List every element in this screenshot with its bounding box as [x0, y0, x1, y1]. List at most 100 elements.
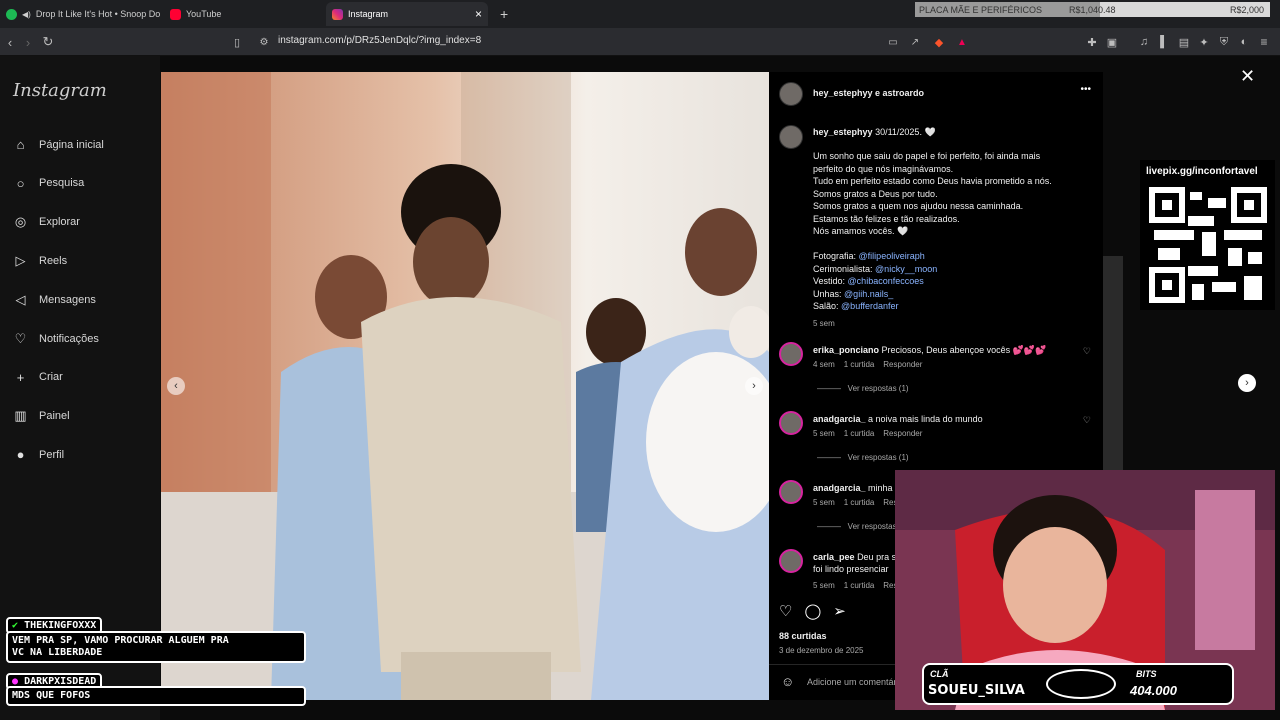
comment-user[interactable]: anadgarcia_ [813, 483, 866, 493]
avatar[interactable] [779, 342, 803, 366]
emoji-icon[interactable]: ☺ [781, 674, 794, 689]
next-image-button[interactable]: › [745, 377, 763, 395]
sidebar-item-label: Explorar [39, 216, 80, 229]
view-replies[interactable]: ——— Ver respostas (1) [817, 384, 909, 393]
reply-button[interactable]: Responder [883, 360, 922, 369]
credit-handle[interactable]: @giih.nails_ [844, 289, 893, 299]
avatar[interactable] [779, 411, 803, 435]
sidebar-item-6[interactable]: + Criar [12, 369, 63, 386]
wedding-photo-illustration [161, 72, 769, 700]
comment-user[interactable]: carla_pee [813, 552, 855, 562]
view-replies[interactable]: ——— Ver respostas (1) [817, 453, 909, 462]
install-app-icon[interactable]: ▭ [885, 34, 901, 50]
sidebar-item-7[interactable]: ▥ Painel [12, 408, 69, 425]
reply-button[interactable]: Responder [883, 429, 922, 438]
brave-shields-icon[interactable]: ◆ [931, 34, 947, 50]
vpn-icon[interactable]: ⛨ [1216, 34, 1232, 50]
livepix-qr-overlay: livepix.gg/inconfortavel [1140, 160, 1275, 310]
comment-like-icon[interactable]: ♡ [1083, 346, 1091, 357]
tab-label: Instagram [348, 9, 389, 19]
address-bar: ‹ › ↻ ▯ ⚙ instagram.com/p/DRz5JenDqlc/?i… [0, 28, 1280, 56]
qr-code-icon [1148, 186, 1268, 304]
sidebar-icon[interactable]: ▌ [1156, 34, 1172, 50]
sidebar-item-4[interactable]: ◁ Mensagens [12, 291, 96, 308]
comment-icon[interactable]: ◯ [804, 602, 821, 620]
comment-user[interactable]: anadgarcia_ [813, 414, 866, 424]
more-options-icon[interactable]: ••• [1080, 84, 1091, 95]
comment-age: 5 sem [813, 581, 835, 590]
comment-like-icon[interactable]: ♡ [1083, 415, 1091, 426]
comment-body: Preciosos, Deus abençoe vocês 💕💕💕 [881, 345, 1047, 355]
credit-handle[interactable]: @chibaconfeccoes [848, 276, 924, 286]
avatar[interactable] [779, 125, 803, 149]
sidebar-item-2[interactable]: ◎ Explorar [12, 214, 80, 231]
prev-image-button[interactable]: ‹ [167, 377, 185, 395]
caption-line: Estamos tão felizes e tão realizados. [813, 213, 960, 224]
comment-likes[interactable]: 1 curtida [844, 581, 875, 590]
media-icon[interactable]: ♫ [1136, 34, 1152, 50]
forward-icon[interactable]: › [20, 34, 36, 50]
bookmark-icon[interactable]: ▯ [229, 34, 245, 50]
browser-tab-bar: ◀) Drop It Like It's Hot • Snoop Dogg Yo… [0, 0, 1280, 28]
credit-line: Unhas: @giih.nails_ [813, 288, 1095, 301]
avatar[interactable] [779, 480, 803, 504]
site-settings-icon[interactable]: ⚙ [256, 34, 272, 50]
reels-icon: ▷ [15, 252, 26, 268]
caption-line: Nós amamos vocês. 🤍 [813, 226, 909, 236]
goal-label: PLACA MÃE E PERIFÉRICOS [919, 4, 1043, 15]
view-replies[interactable]: ——— Ver respostas ( [817, 522, 901, 531]
caption-text: Um sonho que saiu do papel e foi perfeit… [813, 150, 1095, 238]
wallet-icon[interactable]: ▤ [1176, 34, 1192, 50]
new-tab-button[interactable]: + [494, 2, 514, 26]
close-icon[interactable]: ✕ [1240, 66, 1255, 87]
sidebar-item-1[interactable]: ○ Pesquisa [12, 175, 85, 192]
comment-likes[interactable]: 1 curtida [844, 360, 875, 369]
badge-icon: ✔ [12, 620, 19, 631]
likes-count[interactable]: 88 curtidas [779, 630, 827, 643]
credit-handle[interactable]: @bufferdanfer [841, 301, 899, 311]
leo-icon[interactable]: ✦ [1196, 34, 1212, 50]
instagram-logo[interactable]: Instagram [13, 80, 107, 101]
post-photo[interactable]: ‹ › [161, 72, 769, 700]
comment-meta: 5 sem 1 curtida Responder [813, 429, 922, 438]
sidebar-item-3[interactable]: ▷ Reels [12, 252, 68, 269]
credit-handle[interactable]: @filipeoliveiraph [859, 251, 925, 261]
search-icon: ○ [16, 175, 25, 191]
comment-likes[interactable]: 1 curtida [844, 429, 875, 438]
caption-user[interactable]: hey_estephyy [813, 127, 873, 137]
next-post-button[interactable]: › [1238, 374, 1256, 392]
close-tab-icon[interactable]: × [475, 7, 482, 21]
tab-spotify[interactable]: ◀) Drop It Like It's Hot • Snoop Dogg [0, 2, 160, 26]
sidebar-item-8[interactable]: ● Perfil [12, 446, 65, 463]
comment-likes[interactable]: 1 curtida [844, 498, 875, 507]
menu-icon[interactable]: ◐ [1236, 34, 1252, 50]
hamburger-menu-icon[interactable]: ≡ [1256, 34, 1272, 50]
like-icon[interactable]: ♡ [779, 602, 792, 620]
share-icon[interactable]: ➢ [833, 602, 846, 620]
sidebar-item-0[interactable]: ⌂ Página inicial [12, 136, 104, 153]
sidebar-item-label: Pesquisa [39, 177, 85, 190]
brave-rewards-icon[interactable]: ▲ [954, 34, 970, 50]
share-icon[interactable]: ↗ [907, 34, 923, 50]
tab-instagram[interactable]: Instagram × [326, 2, 488, 26]
post-author[interactable]: hey_estephyy e astroardo [813, 87, 924, 100]
sidebar-item-5[interactable]: ♡ Notificações [12, 330, 99, 347]
url-field[interactable]: instagram.com/p/DRz5JenDqlc/?img_index=8 [278, 35, 481, 46]
screenshot-icon[interactable]: ▣ [1104, 34, 1120, 50]
comment-body: minha [868, 483, 893, 493]
tab-label: YouTube [186, 9, 222, 19]
comment-user[interactable]: erika_ponciano [813, 345, 879, 355]
extensions-icon[interactable]: ✚ [1084, 34, 1100, 50]
comment-meta: 4 sem 1 curtida Responder [813, 360, 922, 369]
explore-icon: ◎ [14, 214, 27, 230]
avatar[interactable] [779, 549, 803, 573]
back-icon[interactable]: ‹ [2, 34, 18, 50]
tab-youtube[interactable]: YouTube [164, 2, 324, 26]
home-icon: ⌂ [16, 137, 25, 152]
streamer-logo-icon [1046, 669, 1116, 699]
sidebar-item-label: Criar [39, 371, 63, 384]
avatar[interactable] [779, 82, 803, 106]
next-post-preview [1103, 256, 1123, 486]
reload-icon[interactable]: ↻ [40, 34, 56, 50]
credit-handle[interactable]: @nicky__moon [875, 264, 937, 274]
